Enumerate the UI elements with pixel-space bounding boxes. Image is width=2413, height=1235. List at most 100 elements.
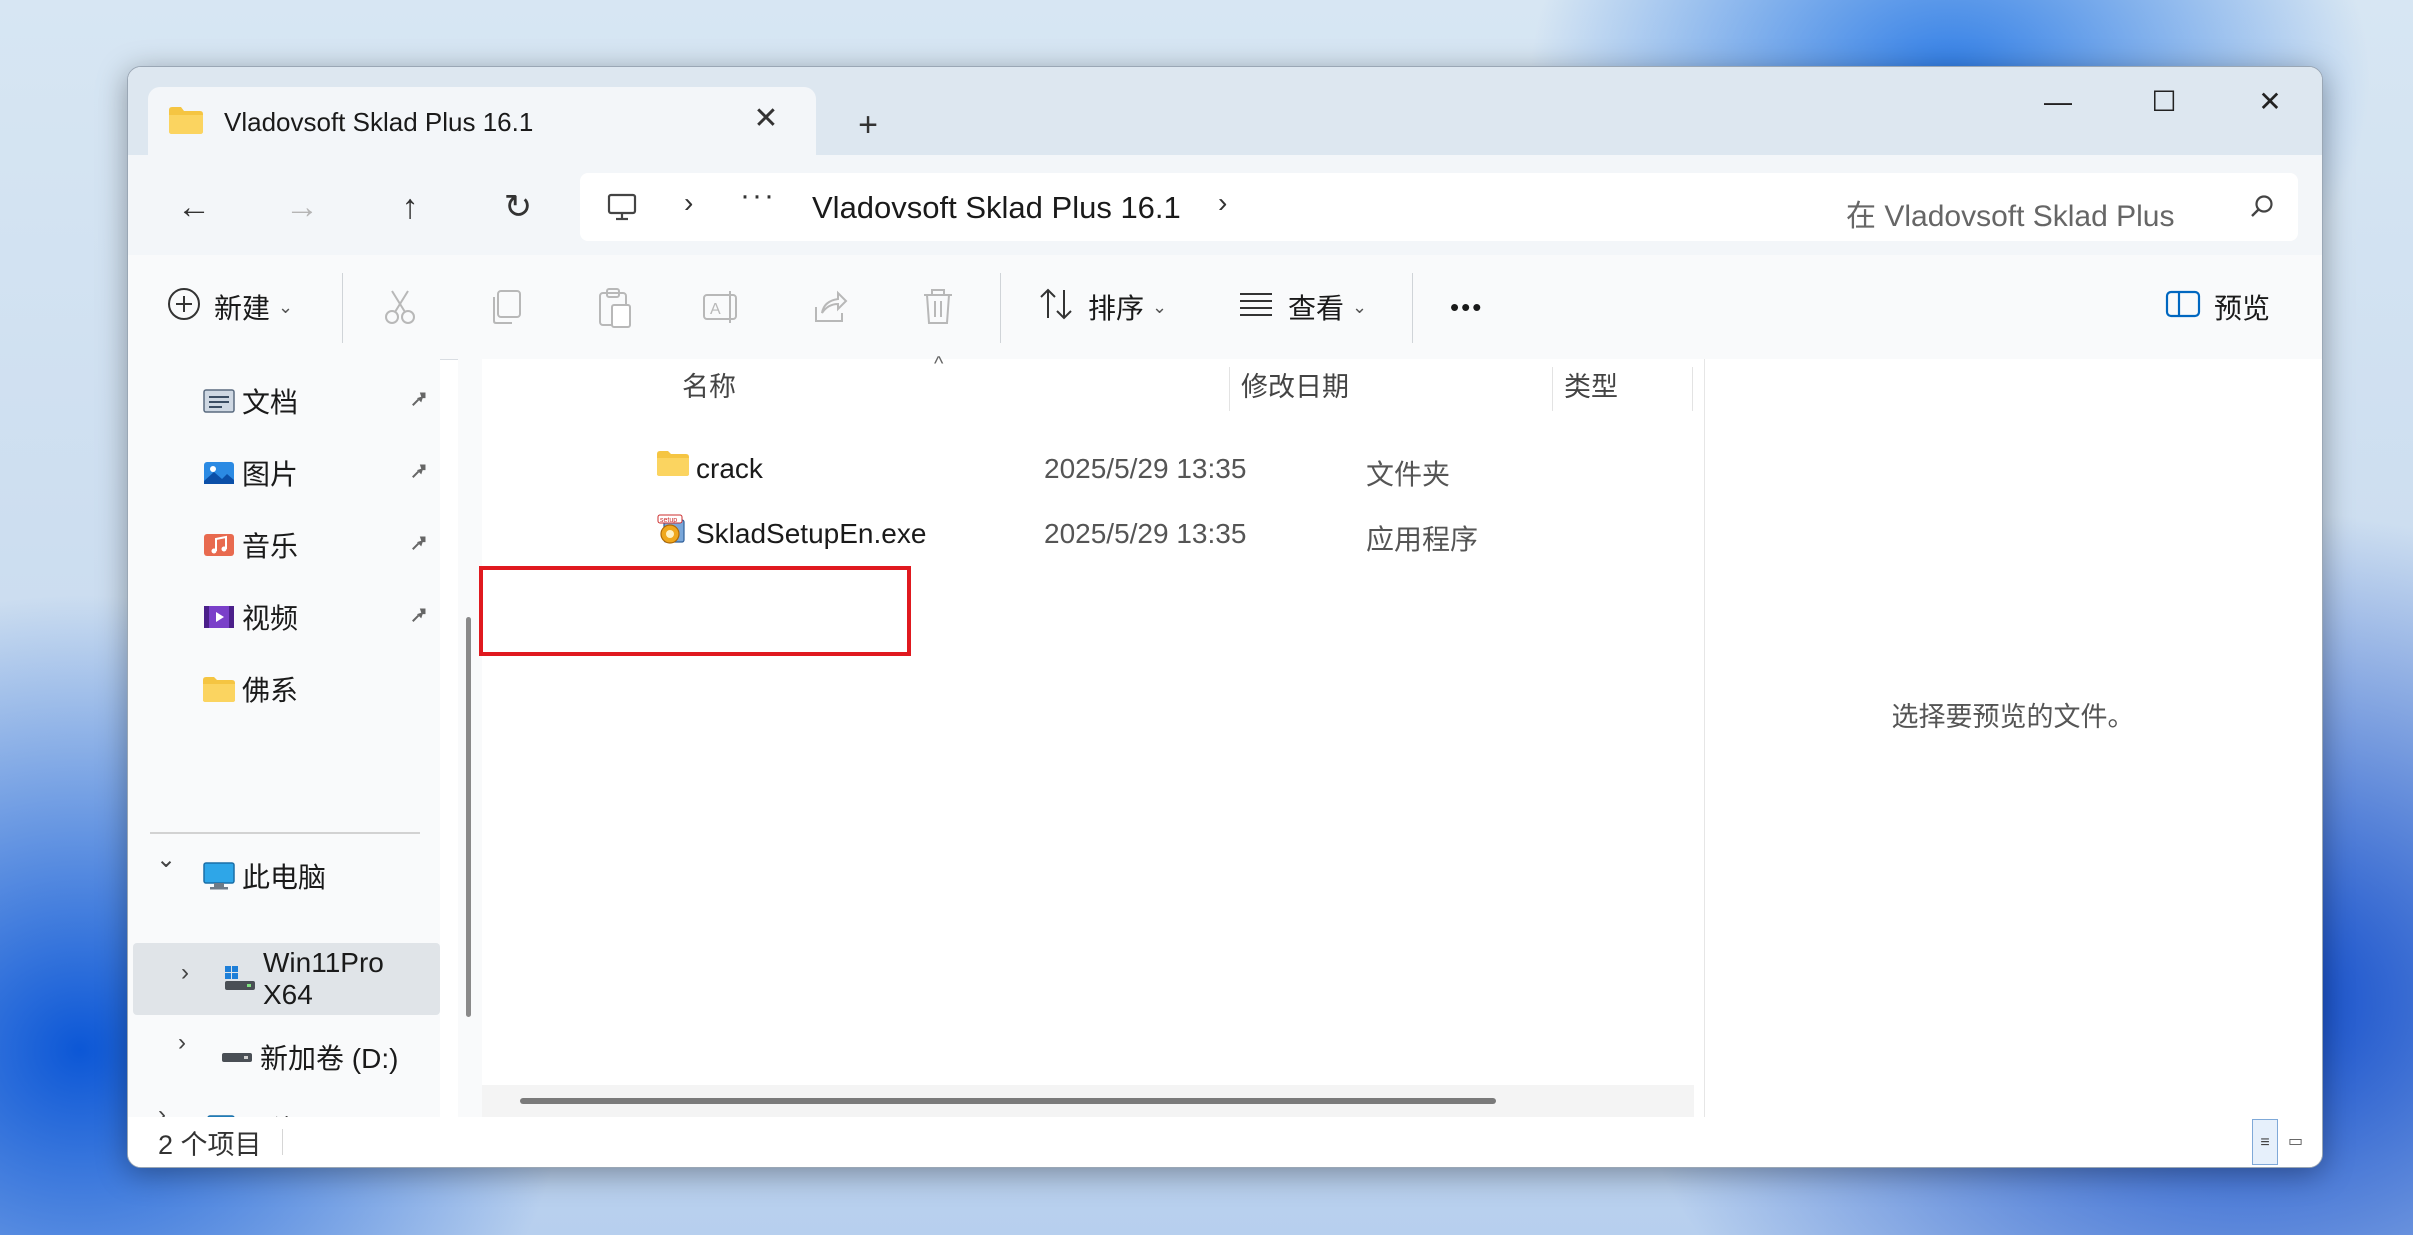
pin-icon[interactable] bbox=[399, 383, 434, 418]
status-bar: 2 个项目 ≡ ▭ bbox=[128, 1117, 2322, 1167]
breadcrumb-current-folder[interactable]: Vladovsoft Sklad Plus 16.1 bbox=[812, 190, 1181, 226]
plus-circle-icon bbox=[166, 286, 202, 329]
list-view-icon bbox=[1236, 286, 1276, 329]
sidebar-item-label: 音乐 bbox=[242, 531, 299, 562]
column-divider[interactable] bbox=[1229, 367, 1230, 411]
this-pc-icon bbox=[202, 859, 236, 893]
paste-icon[interactable] bbox=[592, 285, 636, 329]
sort-ascending-indicator: ^ bbox=[934, 353, 944, 375]
scrollbar-thumb[interactable] bbox=[466, 617, 471, 1017]
cut-icon[interactable] bbox=[378, 285, 422, 329]
sidebar-item-drive-c[interactable]: › Win11Pro X64 bbox=[133, 943, 440, 1015]
setup-exe-icon: setup bbox=[656, 514, 690, 555]
pin-icon[interactable] bbox=[399, 599, 434, 634]
sidebar-item-label: 图片 bbox=[242, 459, 299, 490]
sort-icon bbox=[1036, 286, 1076, 329]
sidebar-item-label: 此电脑 bbox=[242, 862, 327, 893]
close-window-button[interactable]: ✕ bbox=[2230, 77, 2310, 127]
column-header-name[interactable]: 名称 bbox=[682, 359, 736, 415]
music-icon bbox=[202, 528, 236, 562]
view-button[interactable]: 查看 ⌄ bbox=[1236, 281, 1367, 333]
sidebar-item-pictures[interactable]: 图片 bbox=[202, 447, 298, 499]
address-input[interactable]: › ··· Vladovsoft Sklad Plus 16.1 › bbox=[580, 173, 1922, 241]
column-header-type[interactable]: 类型 bbox=[1564, 359, 1618, 415]
column-divider[interactable] bbox=[1552, 367, 1553, 411]
sidebar-item-documents[interactable]: 文档 bbox=[202, 375, 298, 427]
share-icon[interactable] bbox=[808, 285, 852, 329]
more-options-button[interactable]: ••• bbox=[1450, 281, 1483, 333]
sidebar-item-this-pc[interactable]: 此电脑 bbox=[202, 850, 326, 902]
rename-icon[interactable]: A bbox=[700, 285, 744, 329]
breadcrumb-overflow-button[interactable]: ··· bbox=[740, 179, 776, 213]
file-explorer-window: Vladovsoft Sklad Plus 16.1 ✕ + — ☐ ✕ ← →… bbox=[127, 66, 2323, 1168]
new-tab-button[interactable]: + bbox=[846, 103, 890, 147]
search-icon[interactable] bbox=[2248, 193, 2276, 226]
sidebar-item-foxi[interactable]: 佛系 bbox=[202, 663, 298, 715]
sidebar-item-label: 新加卷 (D:) bbox=[260, 1043, 399, 1074]
tab-close-icon[interactable]: ✕ bbox=[748, 101, 784, 136]
scrollbar-thumb[interactable] bbox=[520, 1098, 1496, 1104]
column-header-date[interactable]: 修改日期 bbox=[1241, 359, 1349, 415]
file-date: 2025/5/29 13:35 bbox=[1044, 518, 1247, 549]
preview-divider[interactable] bbox=[1704, 359, 1705, 1117]
up-button[interactable]: ↑ bbox=[384, 181, 436, 233]
sort-button[interactable]: 排序 ⌄ bbox=[1036, 281, 1167, 333]
view-button-label: 查看 bbox=[1288, 293, 1345, 324]
chevron-down-icon: ⌄ bbox=[278, 296, 294, 317]
forward-button[interactable]: → bbox=[276, 181, 328, 233]
file-type: 文件夹 bbox=[1366, 459, 1451, 490]
sidebar-item-music[interactable]: 音乐 bbox=[202, 519, 298, 571]
file-name: SkladSetupEn.exe bbox=[696, 518, 927, 549]
pin-icon[interactable] bbox=[399, 455, 434, 490]
search-input[interactable]: 在 Vladovsoft Sklad Plus bbox=[1814, 173, 2298, 241]
chevron-down-icon[interactable]: ⌄ bbox=[156, 845, 176, 874]
file-row-skladsetupen[interactable]: setup SkladSetupEn.exe 2025/5/29 13:35 应… bbox=[656, 504, 1856, 564]
pictures-icon bbox=[202, 456, 236, 490]
command-bar: 新建 ⌄ A 排序 ⌄ 查看 ⌄ ••• 预览 bbox=[128, 255, 2322, 360]
file-name: crack bbox=[696, 453, 763, 484]
maximize-button[interactable]: ☐ bbox=[2124, 77, 2204, 127]
chevron-right-icon[interactable]: › bbox=[181, 959, 189, 987]
drive-icon bbox=[220, 1040, 254, 1074]
delete-icon[interactable] bbox=[916, 285, 960, 329]
copy-icon[interactable] bbox=[484, 285, 528, 329]
toolbar-divider bbox=[1000, 273, 1001, 343]
pin-icon[interactable] bbox=[399, 527, 434, 562]
sidebar-item-label: Win11Pro X64 bbox=[263, 947, 384, 1010]
folder-icon bbox=[202, 672, 236, 706]
computer-icon bbox=[606, 191, 638, 228]
sidebar-item-videos[interactable]: 视频 bbox=[202, 591, 298, 643]
documents-icon bbox=[202, 384, 236, 418]
preview-pane-button[interactable]: 预览 bbox=[2164, 281, 2270, 333]
navigation-scrollbar[interactable] bbox=[458, 359, 482, 1117]
minimize-button[interactable]: — bbox=[2018, 77, 2098, 127]
file-row-crack[interactable]: crack 2025/5/29 13:35 文件夹 bbox=[656, 439, 1856, 499]
tiles-view-button[interactable]: ▭ bbox=[2288, 1131, 2303, 1151]
back-button[interactable]: ← bbox=[168, 181, 220, 233]
preview-pane-icon bbox=[2164, 288, 2202, 327]
folder-icon bbox=[168, 105, 204, 140]
new-button-label: 新建 bbox=[214, 293, 271, 324]
chevron-right-icon[interactable]: › bbox=[178, 1029, 186, 1057]
sidebar-item-label: 文档 bbox=[242, 387, 299, 418]
title-bar: Vladovsoft Sklad Plus 16.1 ✕ + — ☐ ✕ bbox=[128, 67, 2322, 155]
new-button[interactable]: 新建 ⌄ bbox=[166, 281, 293, 333]
sidebar-item-drive-d[interactable]: 新加卷 (D:) bbox=[220, 1031, 398, 1083]
preview-empty-message: 选择要预览的文件。 bbox=[1891, 702, 2135, 732]
column-divider[interactable] bbox=[1692, 367, 1693, 411]
details-view-button[interactable]: ≡ bbox=[2252, 1119, 2278, 1165]
tab-vladovsoft[interactable]: Vladovsoft Sklad Plus 16.1 ✕ bbox=[148, 87, 816, 155]
breadcrumb-separator[interactable]: › bbox=[684, 187, 693, 219]
horizontal-scrollbar[interactable] bbox=[482, 1085, 1694, 1117]
system-drive-icon bbox=[223, 962, 257, 996]
svg-text:A: A bbox=[710, 301, 721, 318]
sort-button-label: 排序 bbox=[1088, 293, 1145, 324]
chevron-down-icon: ⌄ bbox=[1152, 296, 1168, 317]
breadcrumb-separator[interactable]: › bbox=[1218, 187, 1227, 219]
folder-icon bbox=[656, 449, 690, 484]
videos-icon bbox=[202, 600, 236, 634]
tab-title: Vladovsoft Sklad Plus 16.1 bbox=[224, 107, 534, 137]
refresh-button[interactable]: ↻ bbox=[492, 181, 544, 233]
sidebar-item-label: 视频 bbox=[242, 603, 299, 634]
drive-c-row: Win11Pro X64 bbox=[223, 947, 440, 1010]
